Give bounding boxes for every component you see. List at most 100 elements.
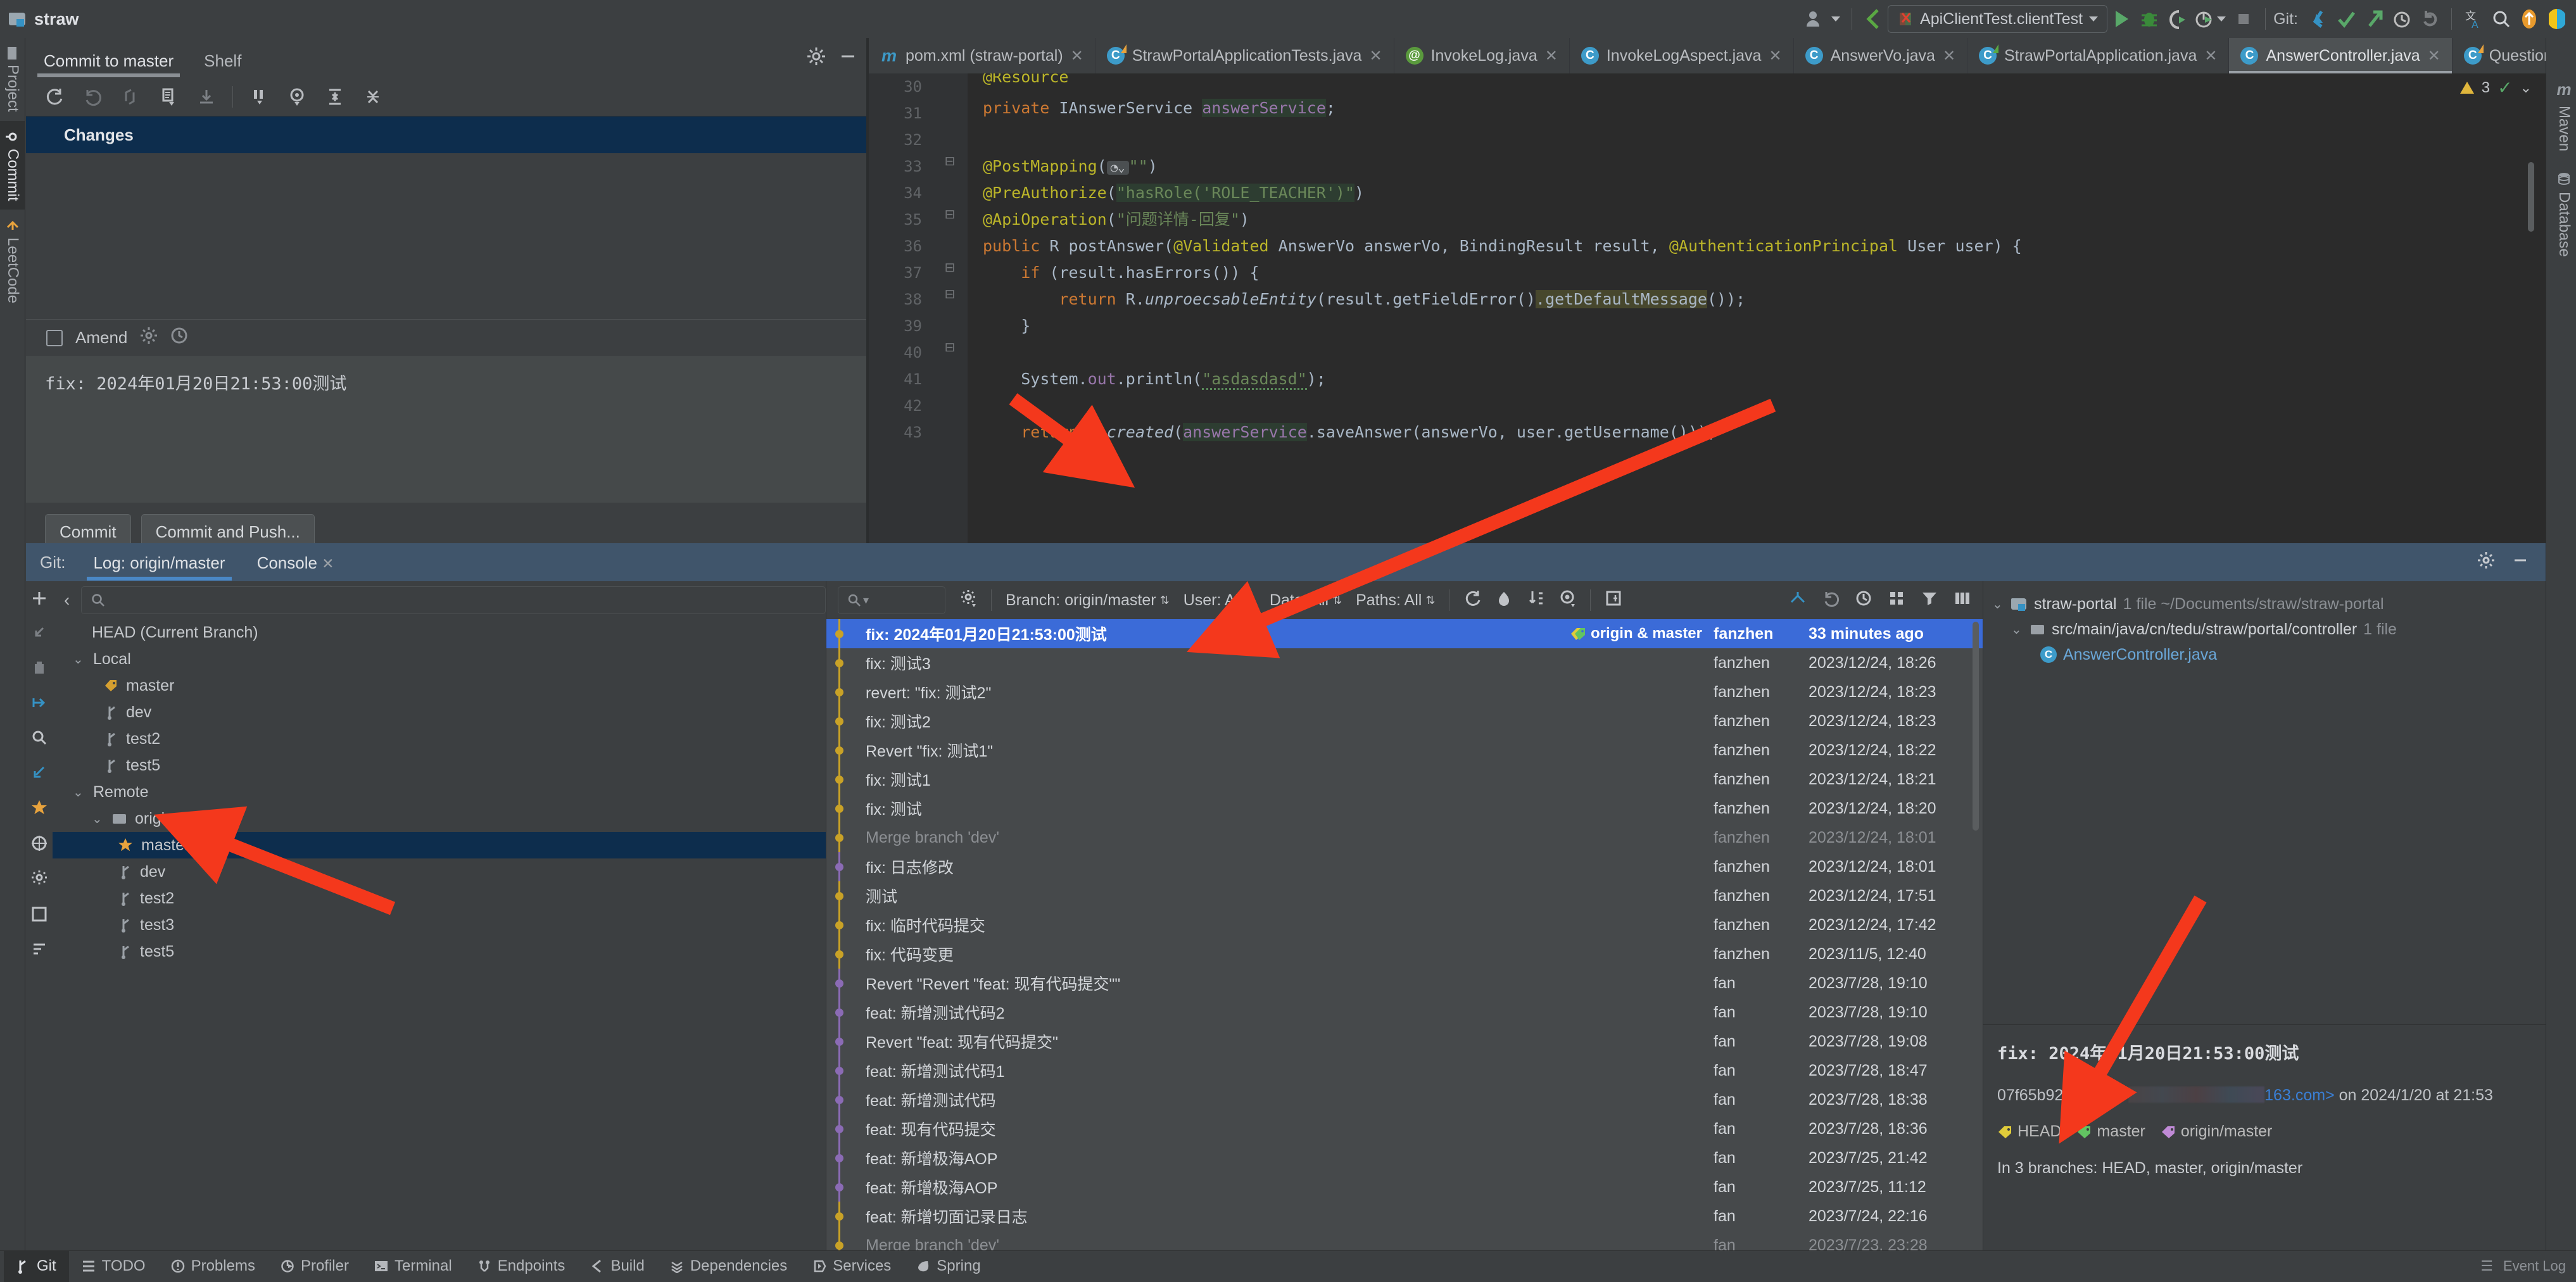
tab-pom-xml[interactable]: m pom.xml (straw-portal) ✕ bbox=[869, 38, 1095, 73]
gear-icon[interactable] bbox=[807, 47, 826, 70]
status-item-problems[interactable]: Problems bbox=[158, 1251, 268, 1282]
git-update-project-icon[interactable] bbox=[2304, 5, 2332, 33]
status-item-endpoints[interactable]: Endpoints bbox=[465, 1251, 578, 1282]
tab-log-origin-master[interactable]: Log: origin/master bbox=[87, 544, 232, 581]
merge-icon[interactable] bbox=[31, 694, 47, 715]
collapse-left-icon[interactable]: ‹ bbox=[64, 590, 70, 610]
commit-message-history-icon[interactable] bbox=[170, 327, 188, 349]
chevron-down-icon[interactable]: ⌄ bbox=[92, 811, 104, 827]
status-item-services[interactable]: Services bbox=[800, 1251, 904, 1282]
show-details-icon[interactable] bbox=[1605, 589, 1622, 612]
tab-invokelog[interactable]: @ InvokeLog.java ✕ bbox=[1394, 38, 1570, 73]
status-item-build[interactable]: Build bbox=[578, 1251, 657, 1282]
run-icon[interactable] bbox=[2107, 5, 2135, 33]
expand-icon[interactable] bbox=[31, 906, 47, 927]
status-item-spring[interactable]: Spring bbox=[904, 1251, 993, 1282]
columns-icon[interactable] bbox=[1954, 589, 1971, 612]
delete-icon[interactable] bbox=[31, 660, 47, 681]
tree-row[interactable]: ⌄ origin bbox=[53, 805, 826, 832]
filter-paths[interactable]: Paths: All ⇅ bbox=[1356, 591, 1435, 610]
navigate-back-icon[interactable] bbox=[1860, 5, 1888, 33]
commit-row[interactable]: fix: 临时代码提交 fanzhen 2023/12/24, 17:42 bbox=[826, 910, 1983, 940]
git-history-icon[interactable] bbox=[2388, 5, 2416, 33]
commit-row[interactable]: 测试 fanzhen 2023/12/24, 17:51 bbox=[826, 881, 1983, 910]
tree-row[interactable]: HEAD (Current Branch) bbox=[53, 619, 826, 646]
close-icon[interactable]: ✕ bbox=[1943, 47, 1955, 65]
updates-available-icon[interactable] bbox=[2515, 5, 2543, 33]
close-icon[interactable]: ✕ bbox=[2428, 47, 2440, 65]
tree-row[interactable]: master bbox=[53, 672, 826, 699]
commit-row[interactable]: Merge branch 'dev' fanzhen 2023/12/24, 18:… bbox=[826, 823, 1983, 852]
tab-answervo[interactable]: C AnswerVo.java ✕ bbox=[1794, 38, 1968, 73]
git-push-icon[interactable] bbox=[2360, 5, 2388, 33]
collapse-linear-icon[interactable] bbox=[1527, 589, 1544, 612]
close-icon[interactable]: ✕ bbox=[2204, 47, 2217, 65]
tab-answercontroller[interactable]: C AnswerController.java ✕ bbox=[2229, 38, 2453, 73]
chevron-down-icon[interactable]: ⌄ bbox=[1992, 596, 2005, 612]
tab-questionmappertest[interactable]: C QuestionMapperTest bbox=[2453, 38, 2546, 73]
status-item-todo[interactable]: TODO bbox=[69, 1251, 158, 1282]
add-icon[interactable] bbox=[31, 590, 47, 611]
ref-head[interactable]: HEAD bbox=[1997, 1120, 2061, 1144]
ref-master[interactable]: master bbox=[2076, 1120, 2145, 1144]
close-icon[interactable]: ✕ bbox=[1545, 47, 1558, 65]
status-item-dependencies[interactable]: Dependencies bbox=[657, 1251, 800, 1282]
code-text[interactable]: @Resource private IAnswerService answerS… bbox=[968, 73, 2546, 543]
collapse-all-icon[interactable] bbox=[361, 85, 385, 109]
commit-row[interactable]: feat: 新增极海AOP fan 2023/7/25, 21:42 bbox=[826, 1143, 1983, 1172]
tab-console[interactable]: Console ✕ bbox=[253, 544, 338, 581]
tab-strawportalapplicationtests[interactable]: C StrawPortalApplicationTests.java ✕ bbox=[1095, 38, 1394, 73]
debug-icon[interactable] bbox=[2135, 5, 2163, 33]
tree-row[interactable]: test3 bbox=[53, 912, 826, 938]
chevron-down-icon[interactable]: ⌄ bbox=[73, 784, 85, 800]
expand-all-icon[interactable] bbox=[323, 85, 347, 109]
tree-row[interactable]: ⌄ src/main/java/cn/tedu/straw/portal/con… bbox=[1992, 617, 2546, 642]
commit-row[interactable]: fix: 代码变更 fanzhen 2023/11/5, 12:40 bbox=[826, 940, 1983, 969]
close-icon[interactable]: ✕ bbox=[1769, 47, 1781, 65]
commit-row[interactable]: Revert "feat: 现有代码提交" fan 2023/7/28, 19:08 bbox=[826, 1027, 1983, 1056]
chevron-down-icon[interactable]: ⌄ bbox=[2520, 80, 2532, 96]
tab-commit-to-master[interactable]: Commit to master bbox=[37, 51, 180, 77]
refresh-log-icon[interactable] bbox=[1463, 589, 1481, 612]
editor-vertical-scrollbar[interactable] bbox=[2528, 162, 2534, 232]
tree-row[interactable]: C AnswerController.java bbox=[1992, 642, 2546, 667]
log-settings-icon[interactable] bbox=[959, 589, 977, 612]
rollback-icon[interactable] bbox=[80, 85, 104, 109]
tab-invokelogaspect[interactable]: C InvokeLogAspect.java ✕ bbox=[1570, 38, 1794, 73]
amend-checkbox[interactable] bbox=[46, 329, 63, 346]
commit-email-link[interactable]: 163.com> bbox=[2264, 1086, 2335, 1104]
git-commit-check-icon[interactable] bbox=[2332, 5, 2360, 33]
tree-row[interactable]: ⌄ Local bbox=[53, 646, 826, 672]
checkout-icon[interactable] bbox=[31, 764, 47, 785]
close-icon[interactable]: ✕ bbox=[1071, 47, 1083, 65]
stop-icon[interactable] bbox=[2230, 5, 2257, 33]
highlight-icon[interactable] bbox=[1558, 589, 1576, 612]
filter-user[interactable]: User: All ⇅ bbox=[1184, 591, 1256, 610]
tree-row[interactable]: test2 bbox=[53, 726, 826, 752]
commit-row[interactable]: fix: 测试2 fanzhen 2023/12/24, 18:23 bbox=[826, 707, 1983, 736]
translate-icon[interactable]: 文A bbox=[2459, 5, 2487, 33]
ide-icon[interactable] bbox=[2543, 5, 2571, 33]
tree-row[interactable]: dev bbox=[53, 858, 826, 885]
user-avatar-icon[interactable] bbox=[1802, 5, 1844, 33]
log-search-input[interactable]: ▾ bbox=[838, 586, 945, 614]
panel-splitter[interactable] bbox=[866, 38, 869, 543]
code-editor[interactable]: 30 31 32 33 34 35 36 37 38 39 40 41 42 4… bbox=[869, 73, 2546, 543]
commit-list-scrollbar[interactable] bbox=[1973, 622, 1979, 831]
chevron-down-icon[interactable]: ▾ bbox=[863, 594, 869, 607]
commit-row[interactable]: feat: 新增测试代码1 fan 2023/7/28, 18:47 bbox=[826, 1056, 1983, 1085]
tree-row[interactable]: test2 bbox=[53, 885, 826, 912]
tab-strawportalapplication[interactable]: C StrawPortalApplication.java ✕ bbox=[1967, 38, 2230, 73]
status-item-terminal[interactable]: Terminal bbox=[362, 1251, 465, 1282]
run-configuration-selector[interactable]: ApiClientTest.clientTest bbox=[1888, 5, 2108, 33]
commit-message-input[interactable]: fix: 2024年01月20日21:53:00测试 bbox=[26, 356, 868, 503]
sort-icon[interactable] bbox=[31, 941, 47, 962]
commit-row[interactable]: feat: 新增切面记录日志 fan 2023/7/24, 22:16 bbox=[826, 1202, 1983, 1231]
cherry-pick-icon[interactable] bbox=[1495, 589, 1513, 612]
inspections-widget[interactable]: 3 ✓ ⌄ bbox=[2459, 77, 2532, 98]
filter-icon[interactable] bbox=[1921, 589, 1938, 612]
sidebar-item-leetcode[interactable]: LeetCode bbox=[0, 210, 25, 312]
sidebar-item-project[interactable]: Project bbox=[0, 38, 25, 121]
changes-node[interactable]: Changes bbox=[26, 116, 868, 153]
tab-shelf[interactable]: Shelf bbox=[204, 51, 241, 77]
